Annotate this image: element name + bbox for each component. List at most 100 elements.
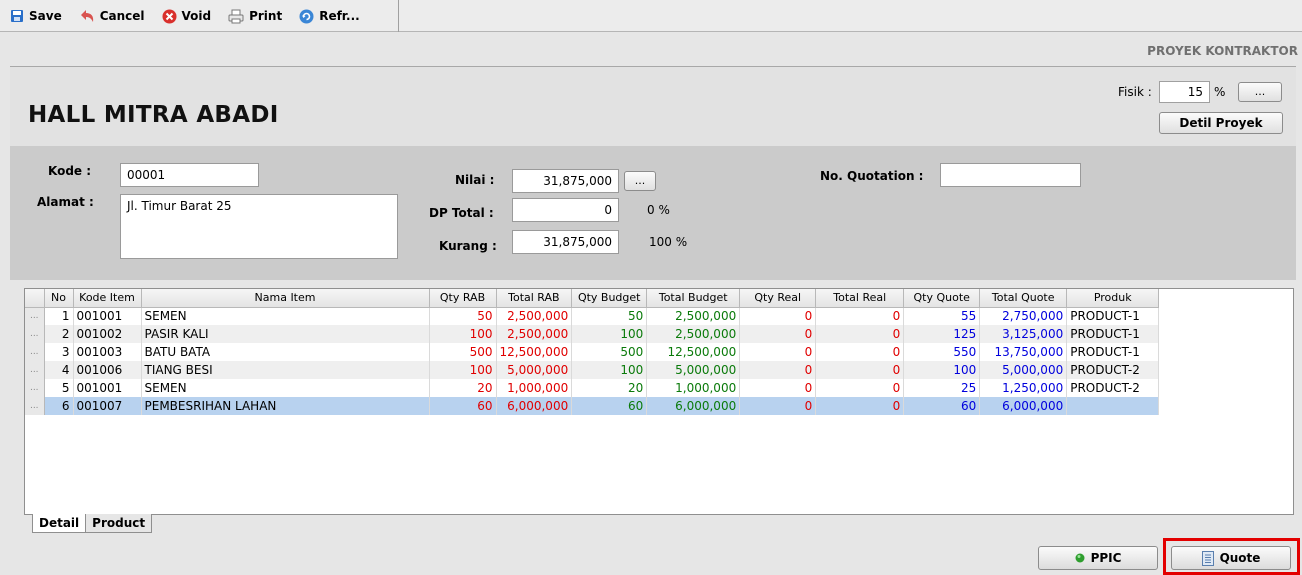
row-selector[interactable]: ...: [25, 379, 45, 397]
row-selector[interactable]: ...: [25, 343, 45, 361]
cell-produk[interactable]: PRODUCT-2: [1066, 361, 1160, 379]
column-header-kode-item[interactable]: Kode Item: [73, 289, 142, 308]
cell-nama[interactable]: SEMEN: [141, 379, 430, 397]
cell-total-quote[interactable]: 5,000,000: [979, 361, 1068, 379]
cell-no[interactable]: 1: [44, 307, 74, 325]
cell-total-real[interactable]: 0: [815, 379, 905, 397]
column-header-total-rab[interactable]: Total RAB: [496, 289, 573, 308]
cell-kode[interactable]: 001003: [73, 343, 142, 361]
cell-total-rab[interactable]: 5,000,000: [496, 361, 573, 379]
row-selector[interactable]: ...: [25, 307, 45, 325]
cell-total-budget[interactable]: 12,500,000: [646, 343, 741, 361]
cell-total-rab[interactable]: 12,500,000: [496, 343, 573, 361]
cell-no[interactable]: 3: [44, 343, 74, 361]
cancel-button[interactable]: Cancel: [79, 9, 145, 23]
table-row[interactable]: ... 3 001003 BATU BATA 500 12,500,000 500 12,50…: [25, 343, 1160, 361]
cell-total-budget[interactable]: 1,000,000: [646, 379, 741, 397]
nilai-field[interactable]: 31,875,000: [512, 169, 619, 193]
cell-qty-budget[interactable]: 50: [571, 307, 648, 325]
dp-total-field[interactable]: 0: [512, 198, 619, 222]
cell-qty-quote[interactable]: 125: [903, 325, 981, 343]
column-header-nama-item[interactable]: Nama Item: [141, 289, 430, 308]
cell-produk[interactable]: PRODUCT-1: [1066, 343, 1160, 361]
cell-total-budget[interactable]: 2,500,000: [646, 307, 741, 325]
cell-qty-budget[interactable]: 20: [571, 379, 648, 397]
nilai-browse-button[interactable]: ...: [624, 171, 656, 191]
cell-qty-rab[interactable]: 500: [429, 343, 497, 361]
print-button[interactable]: Print: [228, 9, 282, 24]
tab-detail[interactable]: Detail: [32, 514, 87, 533]
cell-total-budget[interactable]: 5,000,000: [646, 361, 741, 379]
column-header-qty-real[interactable]: Qty Real: [739, 289, 817, 308]
column-header-total-quote[interactable]: Total Quote: [979, 289, 1068, 308]
cell-total-budget[interactable]: 2,500,000: [646, 325, 741, 343]
table-row[interactable]: ... 6 001007 PEMBESRIHAN LAHAN 60 6,000,000 60…: [25, 397, 1160, 415]
cell-qty-quote[interactable]: 55: [903, 307, 981, 325]
cell-total-budget[interactable]: 6,000,000: [646, 397, 741, 415]
tab-product[interactable]: Product: [85, 514, 153, 533]
table-row[interactable]: ... 1 001001 SEMEN 50 2,500,000 50 2,500,000 0 0 5…: [25, 307, 1160, 325]
cell-nama[interactable]: PEMBESRIHAN LAHAN: [141, 397, 430, 415]
cell-produk[interactable]: PRODUCT-1: [1066, 325, 1160, 343]
row-selector[interactable]: ...: [25, 397, 45, 415]
kurang-field[interactable]: 31,875,000: [512, 230, 619, 254]
cell-qty-budget[interactable]: 500: [571, 343, 648, 361]
row-selector[interactable]: ...: [25, 325, 45, 343]
column-header-qty-budget[interactable]: Qty Budget: [571, 289, 648, 308]
cell-qty-budget[interactable]: 60: [571, 397, 648, 415]
ppic-button[interactable]: PPIC: [1038, 546, 1158, 570]
column-header-qty-quote[interactable]: Qty Quote: [903, 289, 981, 308]
table-row[interactable]: ... 2 001002 PASIR KALI 100 2,500,000 100 2,500…: [25, 325, 1160, 343]
column-header-no[interactable]: No: [44, 289, 74, 308]
cell-no[interactable]: 2: [44, 325, 74, 343]
cell-kode[interactable]: 001007: [73, 397, 142, 415]
cell-total-rab[interactable]: 2,500,000: [496, 307, 573, 325]
cell-qty-rab[interactable]: 50: [429, 307, 497, 325]
alamat-field[interactable]: Jl. Timur Barat 25: [120, 194, 398, 259]
cell-produk[interactable]: PRODUCT-1: [1066, 307, 1160, 325]
cell-total-real[interactable]: 0: [815, 361, 905, 379]
cell-kode[interactable]: 001002: [73, 325, 142, 343]
cell-nama[interactable]: TIANG BESI: [141, 361, 430, 379]
cell-nama[interactable]: BATU BATA: [141, 343, 430, 361]
refresh-button[interactable]: Refr...: [299, 9, 360, 24]
cell-qty-real[interactable]: 0: [739, 397, 817, 415]
cell-total-real[interactable]: 0: [815, 325, 905, 343]
cell-qty-real[interactable]: 0: [739, 307, 817, 325]
cell-qty-rab[interactable]: 100: [429, 325, 497, 343]
cell-qty-real[interactable]: 0: [739, 379, 817, 397]
cell-total-real[interactable]: 0: [815, 397, 905, 415]
cell-kode[interactable]: 001006: [73, 361, 142, 379]
cell-qty-quote[interactable]: 25: [903, 379, 981, 397]
void-button[interactable]: Void: [162, 9, 211, 24]
cell-no[interactable]: 4: [44, 361, 74, 379]
cell-qty-real[interactable]: 0: [739, 361, 817, 379]
cell-no[interactable]: 6: [44, 397, 74, 415]
kode-field[interactable]: 00001: [120, 163, 259, 187]
cell-no[interactable]: 5: [44, 379, 74, 397]
cell-qty-quote[interactable]: 550: [903, 343, 981, 361]
cell-qty-rab[interactable]: 20: [429, 379, 497, 397]
cell-total-real[interactable]: 0: [815, 307, 905, 325]
table-row[interactable]: ... 5 001001 SEMEN 20 1,000,000 20 1,000,000 0 0 2…: [25, 379, 1160, 397]
cell-qty-quote[interactable]: 100: [903, 361, 981, 379]
column-header-qty-rab[interactable]: Qty RAB: [429, 289, 497, 308]
cell-qty-quote[interactable]: 60: [903, 397, 981, 415]
cell-qty-real[interactable]: 0: [739, 325, 817, 343]
table-row[interactable]: ... 4 001006 TIANG BESI 100 5,000,000 100 5,000…: [25, 361, 1160, 379]
cell-nama[interactable]: PASIR KALI: [141, 325, 430, 343]
cell-qty-real[interactable]: 0: [739, 343, 817, 361]
detil-proyek-button[interactable]: Detil Proyek: [1159, 112, 1283, 134]
cell-total-quote[interactable]: 6,000,000: [979, 397, 1068, 415]
cell-qty-rab[interactable]: 60: [429, 397, 497, 415]
quotation-field[interactable]: [940, 163, 1081, 187]
cell-total-quote[interactable]: 13,750,000: [979, 343, 1068, 361]
cell-total-rab[interactable]: 2,500,000: [496, 325, 573, 343]
cell-produk[interactable]: PRODUCT-2: [1066, 379, 1160, 397]
cell-kode[interactable]: 001001: [73, 307, 142, 325]
fisik-browse-button[interactable]: ...: [1238, 82, 1282, 102]
cell-nama[interactable]: SEMEN: [141, 307, 430, 325]
cell-total-quote[interactable]: 2,750,000: [979, 307, 1068, 325]
column-header-total-real[interactable]: Total Real: [815, 289, 905, 308]
cell-total-real[interactable]: 0: [815, 343, 905, 361]
